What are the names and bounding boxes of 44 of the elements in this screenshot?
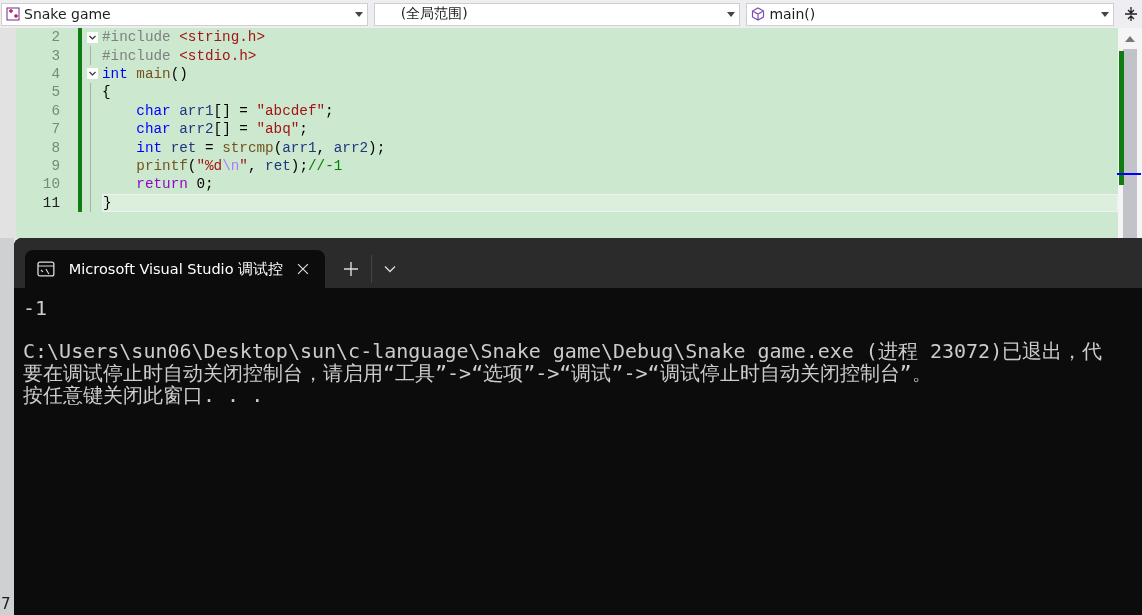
new-tab-icon[interactable]: [344, 262, 358, 276]
code-line: #include <stdio.h>: [102, 47, 257, 64]
scope-name: (全局范围): [399, 5, 469, 23]
cube-icon: [751, 7, 766, 21]
console-line: C:\Users\sun06\Desktop\sun\c-language\Snake game\Debug\Snake game.exe (进程 23072)已退出，代: [23, 339, 1103, 364]
code-line: {: [102, 84, 111, 101]
line-number: 7: [50, 121, 61, 138]
project-name: Snake game: [24, 6, 112, 22]
code-line: printf("%d\n", ret);//-1: [135, 157, 343, 174]
caret-icon: [354, 11, 363, 17]
scroll-up-icon: [1125, 36, 1135, 42]
line-number: 5: [50, 84, 61, 101]
line-number: 9: [50, 157, 61, 174]
caret-icon: [1101, 11, 1110, 17]
line-number: 11: [41, 194, 61, 211]
project-icon: [6, 7, 20, 21]
scope-dropdown[interactable]: (全局范围): [373, 2, 741, 26]
terminal-tab[interactable]: Microsoft Visual Studio 调试控: [25, 250, 325, 288]
split-icon: [1124, 7, 1138, 21]
caret-icon: [727, 11, 736, 17]
line-number: 10: [41, 176, 61, 193]
line-number: 4: [50, 65, 61, 82]
code-line: char arr1[] = "abcdef";: [135, 102, 334, 119]
code-line: return 0;: [135, 176, 214, 193]
line-number: 8: [50, 139, 61, 156]
chevron-down-icon[interactable]: [384, 265, 396, 273]
console-line: -1: [23, 296, 48, 320]
code-line: int main(): [102, 65, 188, 82]
scrollbar[interactable]: [1118, 28, 1142, 238]
code-line: #include <string.h>: [102, 29, 265, 46]
line-number: 6: [50, 102, 61, 119]
code-line: int ret = strcmp(arr1, arr2);: [135, 139, 386, 156]
member-dropdown[interactable]: main(): [746, 2, 1115, 26]
status-text: 7: [0, 595, 11, 615]
member-name: main(): [769, 6, 817, 22]
fold-toggle-icon[interactable]: [86, 31, 98, 43]
project-dropdown[interactable]: Snake game: [1, 2, 368, 26]
code-line: char arr2[] = "abq";: [135, 121, 308, 138]
line-number: 2: [50, 29, 61, 46]
fold-toggle-icon[interactable]: [86, 68, 98, 80]
line-number: 3: [50, 47, 61, 64]
code-line: }: [103, 194, 112, 211]
close-icon[interactable]: [297, 263, 309, 275]
terminal-icon: [37, 261, 55, 277]
